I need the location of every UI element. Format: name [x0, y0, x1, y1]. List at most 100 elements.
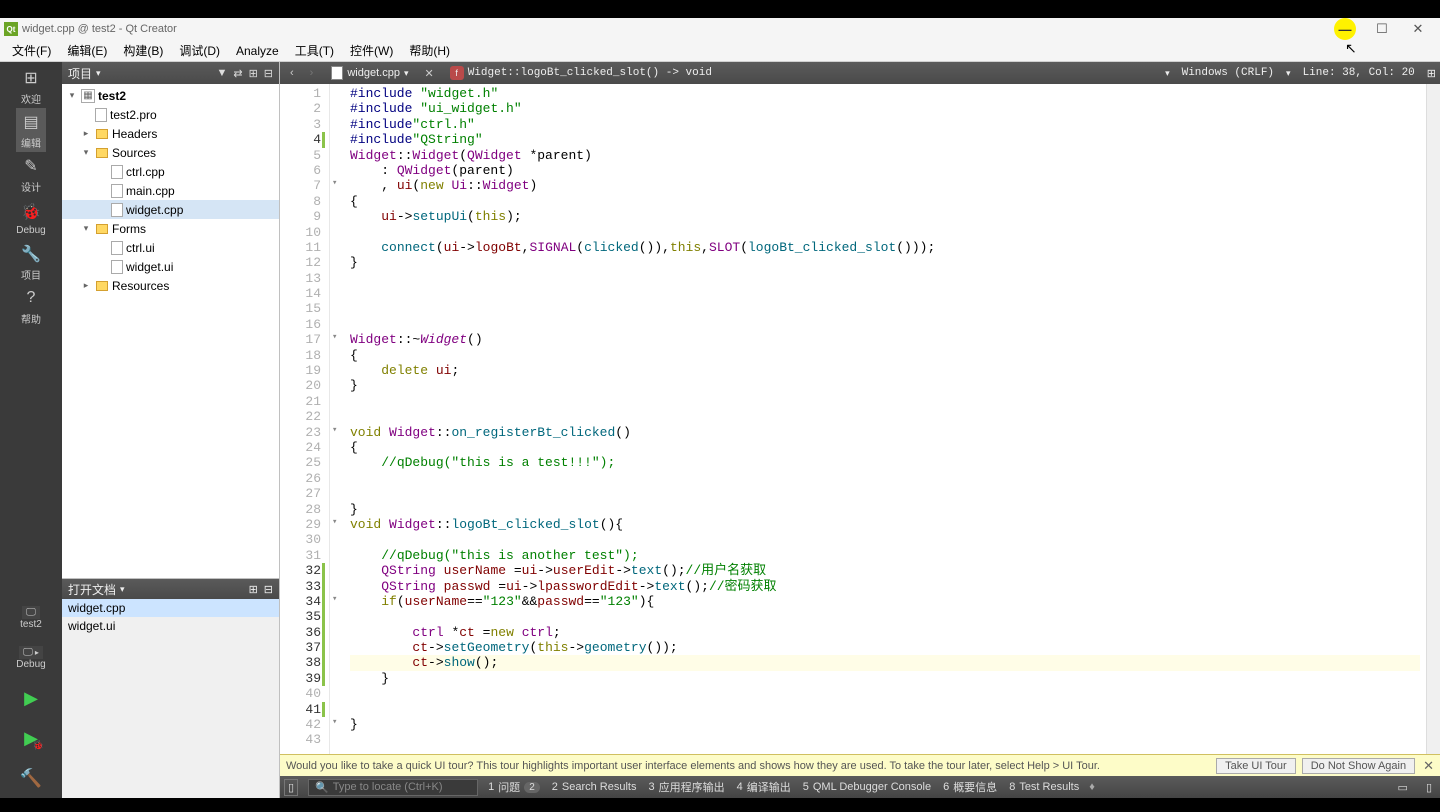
code-line[interactable]	[350, 301, 1420, 316]
split-icon[interactable]: ⊞	[249, 67, 258, 80]
code-line[interactable]: Widget::Widget(QWidget *parent)	[350, 148, 1420, 163]
code-line[interactable]: QString passwd =ui->lpasswordEdit->text(…	[350, 579, 1420, 594]
code-line[interactable]: #include"ctrl.h"	[350, 117, 1420, 132]
code-line[interactable]	[350, 471, 1420, 486]
open-docs-header[interactable]: 打开文档 ▾ ⊞ ⊟	[62, 579, 279, 599]
code-line[interactable]: void Widget::logoBt_clicked_slot(){	[350, 517, 1420, 532]
code-line[interactable]: QString userName =ui->userEdit->text();/…	[350, 563, 1420, 578]
fold-marker[interactable]: ▾	[332, 425, 337, 435]
code-line[interactable]: void Widget::on_registerBt_clicked()	[350, 425, 1420, 440]
open-doc-item[interactable]: widget.cpp	[62, 599, 279, 617]
open-doc-item[interactable]: widget.ui	[62, 617, 279, 635]
code-line[interactable]: }	[350, 255, 1420, 270]
close-tab-button[interactable]: ✕	[420, 67, 437, 80]
menu-item[interactable]: 帮助(H)	[401, 40, 458, 61]
mode-项目[interactable]: 🔧项目	[16, 240, 45, 284]
code-line[interactable]: #include "widget.h"	[350, 86, 1420, 101]
fold-marker[interactable]: ▾	[332, 178, 337, 188]
code-line[interactable]	[350, 486, 1420, 501]
close-panel-icon[interactable]: ⊟	[264, 67, 273, 80]
menu-item[interactable]: 编辑(E)	[59, 40, 115, 61]
tree-item[interactable]: ctrl.cpp	[62, 162, 279, 181]
code-line[interactable]: //qDebug("this is another test");	[350, 548, 1420, 563]
code-line[interactable]: {	[350, 440, 1420, 455]
maximize-button[interactable]: ☐	[1364, 18, 1400, 40]
menu-item[interactable]: 控件(W)	[342, 40, 401, 61]
code-line[interactable]	[350, 732, 1420, 747]
mode-帮助[interactable]: ?帮助	[16, 284, 45, 328]
mode-设计[interactable]: ✎设计	[16, 152, 45, 196]
fold-marker[interactable]: ▾	[332, 332, 337, 342]
code-line[interactable]: ctrl *ct =new ctrl;	[350, 625, 1420, 640]
toggle-sidebar-icon[interactable]: ▯	[284, 779, 298, 796]
code-line[interactable]: ct->setGeometry(this->geometry());	[350, 640, 1420, 655]
dismiss-tour-button[interactable]: Do Not Show Again	[1302, 758, 1415, 774]
symbol-crumb[interactable]: f Widget::logoBt_clicked_slot() -> void	[442, 66, 720, 80]
nav-back-button[interactable]: ‹	[284, 67, 300, 79]
output-pane-tab[interactable]: 5 QML Debugger Console	[803, 781, 931, 793]
menu-item[interactable]: Analyze	[228, 42, 287, 60]
mode-欢迎[interactable]: ⊞欢迎	[16, 64, 45, 108]
close-infobar-button[interactable]: ✕	[1423, 758, 1434, 774]
tree-item[interactable]: ▾Forms	[62, 219, 279, 238]
kit-selector[interactable]: 🖵 test2	[0, 598, 62, 638]
code-line[interactable]: }	[350, 378, 1420, 393]
expand-icon[interactable]: ▾	[80, 223, 92, 234]
code-line[interactable]	[350, 609, 1420, 624]
take-tour-button[interactable]: Take UI Tour	[1216, 758, 1296, 774]
link-icon[interactable]: ⇄	[233, 67, 242, 80]
minimize-button[interactable]: —	[1334, 18, 1356, 40]
code-line[interactable]: }	[350, 717, 1420, 732]
output-pane-tab[interactable]: 6 概要信息	[943, 779, 997, 795]
fold-marker[interactable]: ▾	[332, 717, 337, 727]
output-pane-tab[interactable]: 3 应用程序输出	[648, 779, 724, 795]
encoding-selector[interactable]: Windows (CRLF)	[1174, 67, 1282, 79]
expand-icon[interactable]: ▸	[80, 280, 92, 291]
tree-item[interactable]: ▾▦test2	[62, 86, 279, 105]
code-line[interactable]	[350, 686, 1420, 701]
code-line[interactable]: #include "ui_widget.h"	[350, 101, 1420, 116]
code-line[interactable]: ui->setupUi(this);	[350, 209, 1420, 224]
locator-input[interactable]: 🔍 Type to locate (Ctrl+K)	[308, 779, 478, 796]
chevron-down-icon[interactable]: ▾	[1286, 68, 1291, 79]
nav-fwd-button[interactable]: ›	[304, 67, 320, 79]
code-line[interactable]: ct->show();	[350, 655, 1420, 670]
menu-item[interactable]: 文件(F)	[4, 40, 59, 61]
code-line[interactable]	[350, 271, 1420, 286]
code-line[interactable]: }	[350, 502, 1420, 517]
build-config-selector[interactable]: 🖵▸ Debug	[0, 638, 62, 678]
tree-item[interactable]: ▸Headers	[62, 124, 279, 143]
run-debug-button[interactable]: ▶🐞	[0, 718, 62, 758]
code-line[interactable]: #include"QString"	[350, 132, 1420, 147]
editor-scrollbar[interactable]	[1426, 84, 1440, 754]
code-line[interactable]: : QWidget(parent)	[350, 163, 1420, 178]
tree-item[interactable]: widget.cpp	[62, 200, 279, 219]
code-line[interactable]	[350, 702, 1420, 717]
tree-item[interactable]: test2.pro	[62, 105, 279, 124]
output-pane-tab[interactable]: 4 编译输出	[737, 779, 791, 795]
code-line[interactable]: }	[350, 671, 1420, 686]
tree-item[interactable]: ▸Resources	[62, 276, 279, 295]
code-line[interactable]	[350, 409, 1420, 424]
tree-item[interactable]: widget.ui	[62, 257, 279, 276]
chevron-down-icon[interactable]: ▾	[1165, 68, 1170, 79]
code-line[interactable]: delete ui;	[350, 363, 1420, 378]
run-button[interactable]: ▶	[0, 678, 62, 718]
mode-debug[interactable]: 🐞Debug	[16, 196, 45, 240]
output-pane-tab[interactable]: 8 Test Results	[1009, 781, 1079, 793]
tree-item[interactable]: ctrl.ui	[62, 238, 279, 257]
fold-marker[interactable]: ▾	[332, 594, 337, 604]
split-editor-icon[interactable]: ⊞	[1427, 67, 1436, 80]
output-pane-tab[interactable]: 2 Search Results	[552, 781, 637, 793]
fold-marker[interactable]: ▾	[332, 517, 337, 527]
projects-panel-header[interactable]: 项目 ▾ ▼ ⇄ ⊞ ⊟	[62, 62, 279, 84]
tree-item[interactable]: main.cpp	[62, 181, 279, 200]
progress-icon[interactable]: ▭	[1394, 781, 1412, 794]
code-line[interactable]	[350, 286, 1420, 301]
output-pane-tab[interactable]: 1 问题 2	[488, 779, 540, 795]
tree-item[interactable]: ▾Sources	[62, 143, 279, 162]
panes-more-icon[interactable]: ♦	[1089, 781, 1095, 793]
code-line[interactable]: //qDebug("this is a test!!!");	[350, 455, 1420, 470]
code-line[interactable]: connect(ui->logoBt,SIGNAL(clicked()),thi…	[350, 240, 1420, 255]
code-line[interactable]	[350, 532, 1420, 547]
